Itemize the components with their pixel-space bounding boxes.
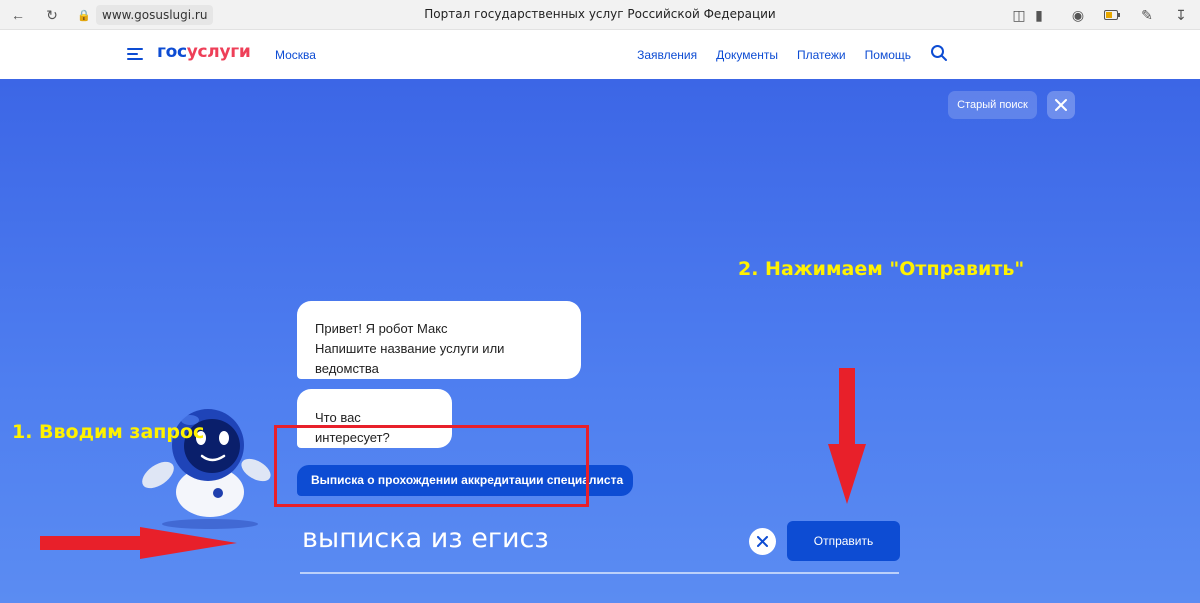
extension-icon[interactable]: ◉ — [1068, 5, 1088, 25]
clear-input-button[interactable] — [749, 528, 776, 555]
bookmark-icon[interactable]: ▮ — [1029, 5, 1049, 25]
old-search-button[interactable]: Старый поиск — [948, 91, 1037, 119]
close-search-button[interactable] — [1047, 91, 1075, 119]
download-icon[interactable]: ↧ — [1171, 5, 1191, 25]
bot-greeting-message: Привет! Я робот Макс Напишите название у… — [297, 301, 581, 379]
screenshot-icon[interactable]: ✎ — [1137, 5, 1157, 25]
site-logo[interactable]: госуслуги — [157, 42, 251, 62]
main-nav: Заявления Документы Платежи Помощь — [637, 48, 911, 62]
site-header: госуслуги Москва Заявления Документы Пла… — [0, 30, 1200, 79]
search-icon[interactable] — [930, 44, 948, 62]
nav-item-payments[interactable]: Платежи — [797, 48, 846, 62]
search-assistant-area: Старый поиск Привет! Я робот Макс Напиши… — [0, 79, 1200, 603]
close-icon — [757, 536, 768, 547]
query-highlight-box — [274, 425, 589, 507]
search-input-underline — [300, 572, 899, 574]
menu-icon[interactable] — [127, 48, 143, 61]
nav-item-applications[interactable]: Заявления — [637, 48, 697, 62]
annotation-step-1: 1. Вводим запрос — [12, 421, 205, 443]
close-icon — [1055, 99, 1067, 111]
city-selector[interactable]: Москва — [275, 48, 316, 62]
nav-item-documents[interactable]: Документы — [716, 48, 778, 62]
send-button[interactable]: Отправить — [787, 521, 900, 561]
nav-item-help[interactable]: Помощь — [865, 48, 911, 62]
search-input[interactable]: выписка из егисз — [302, 523, 549, 554]
browser-toolbar: ← ↻ 🔒 www.gosuslugi.ru Портал государств… — [0, 0, 1200, 30]
annotation-step-2: 2. Нажимаем "Отправить" — [738, 258, 1025, 280]
translate-icon[interactable]: ◫ — [1009, 5, 1029, 25]
battery-icon[interactable] — [1102, 5, 1122, 25]
